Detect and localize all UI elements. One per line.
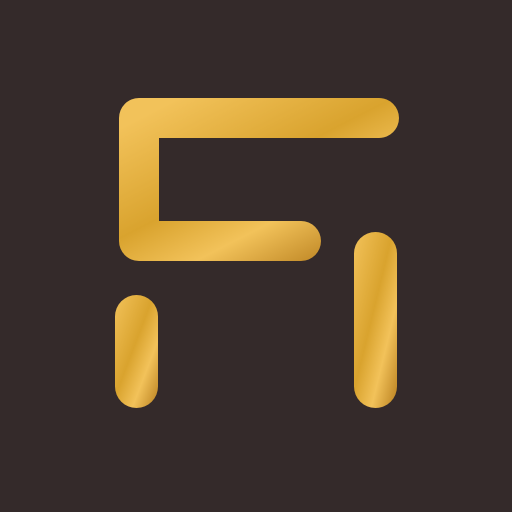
logo-left-pill bbox=[115, 295, 158, 408]
logo-right-pill bbox=[354, 232, 397, 408]
gold-monogram-logo-icon bbox=[0, 0, 512, 512]
app-icon bbox=[0, 0, 512, 512]
